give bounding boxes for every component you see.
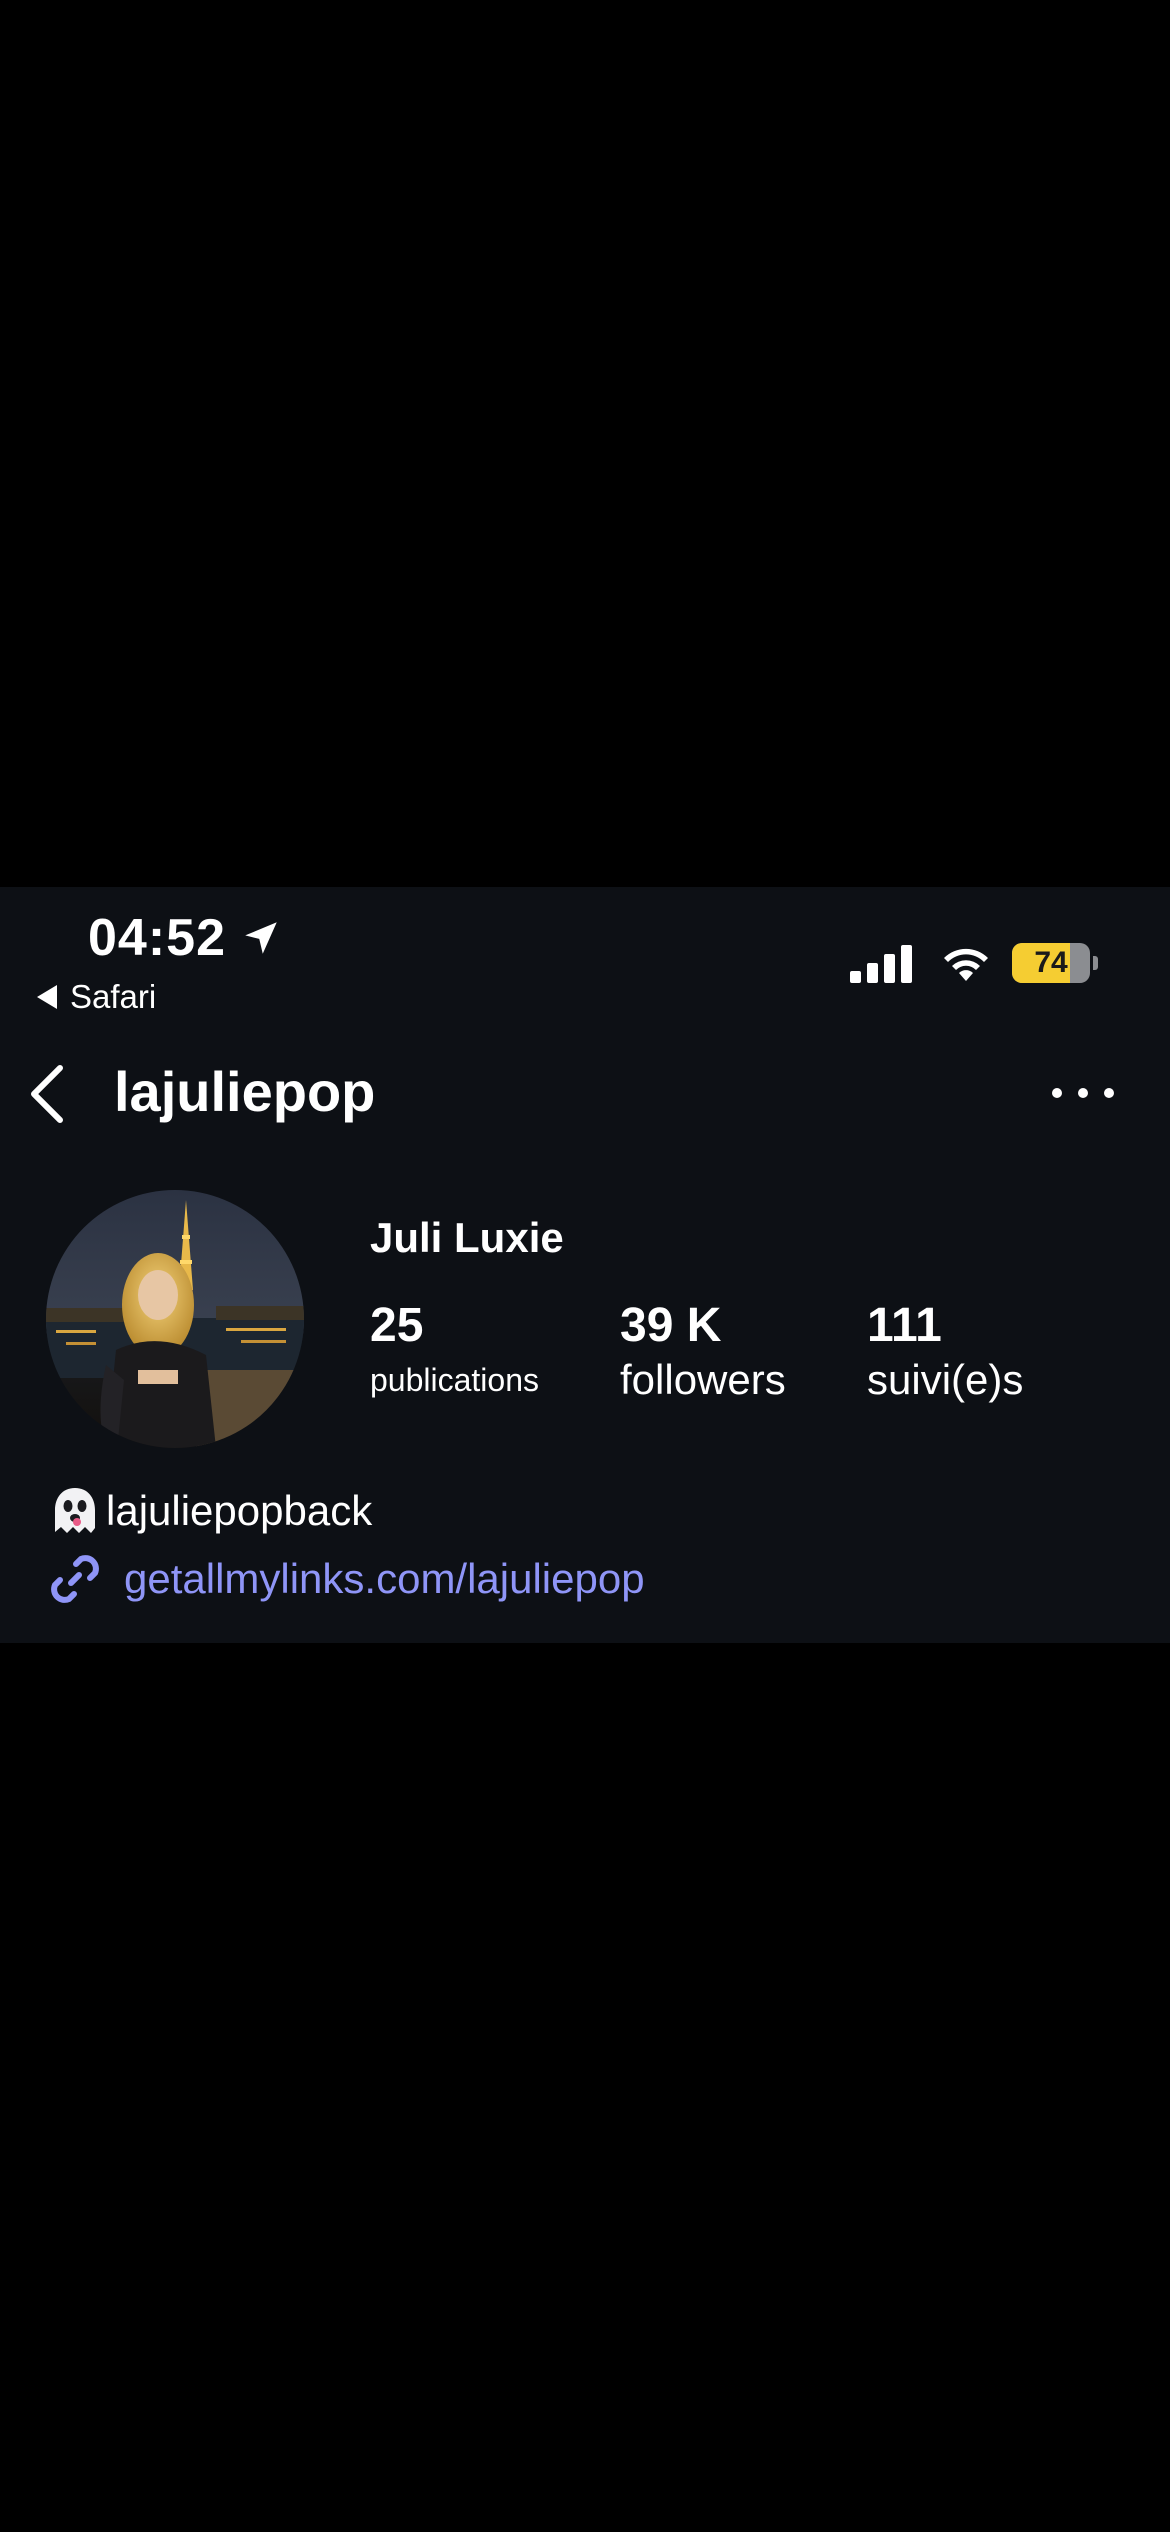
back-to-safari-link[interactable]: Safari [36, 976, 156, 1018]
stat-followers-label: followers [620, 1356, 786, 1403]
snapchat-handle: lajuliepopback [106, 1487, 373, 1534]
bio-snapchat-line: lajuliepopback [48, 1482, 372, 1540]
stat-followers[interactable]: 39 K followers [620, 1296, 786, 1404]
stat-followers-value: 39 K [620, 1299, 722, 1352]
stat-following-value: 111 [867, 1299, 942, 1352]
status-time: 04:52 [88, 906, 282, 970]
back-to-safari-label: Safari [70, 978, 157, 1015]
cellular-signal-icon [850, 945, 912, 983]
status-indicators: 74 [850, 940, 1098, 986]
status-time-text: 04:52 [88, 909, 226, 967]
profile-external-link[interactable]: getallmylinks.com/lajuliepop [46, 1550, 645, 1608]
stat-following[interactable]: 111 suivi(e)s [867, 1296, 1023, 1404]
wifi-icon [944, 948, 988, 981]
stat-following-label: suivi(e)s [867, 1356, 1024, 1403]
location-arrow-icon [245, 922, 277, 954]
battery-indicator: 74 [1012, 943, 1090, 983]
back-triangle-icon [37, 985, 57, 1009]
more-dot [1104, 1088, 1114, 1098]
chevron-left-icon[interactable] [22, 1062, 72, 1126]
profile-link-text: getallmylinks.com/lajuliepop [124, 1555, 645, 1602]
profile-display-name: Juli Luxie [370, 1214, 564, 1261]
profile-username: lajuliepop [114, 1060, 376, 1123]
battery-level: 74 [1034, 946, 1067, 980]
link-icon [51, 1555, 99, 1603]
stat-publications-label: publications [370, 1362, 539, 1398]
battery-level-text: 74 [1034, 946, 1068, 979]
stat-publications-value: 25 [370, 1299, 424, 1352]
more-dot [1078, 1088, 1088, 1098]
profile-avatar[interactable] [46, 1190, 304, 1448]
stat-publications[interactable]: 25 publications [370, 1296, 539, 1404]
more-dot [1052, 1088, 1062, 1098]
more-options-button[interactable] [1052, 1078, 1114, 1108]
battery-cap [1093, 956, 1098, 970]
ghost-icon [55, 1488, 95, 1533]
